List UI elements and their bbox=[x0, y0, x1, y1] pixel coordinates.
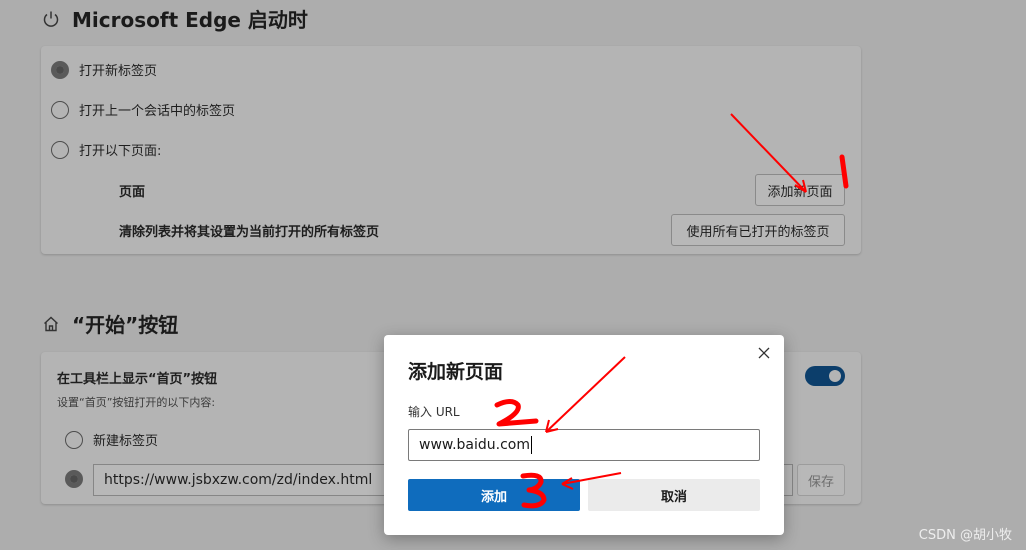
radio-previous-session-label: 打开上一个会话中的标签页 bbox=[79, 104, 236, 119]
radio-new-tab[interactable]: 打开新标签页 bbox=[51, 60, 157, 79]
add-page-dialog: 添加新页面 输入 URL www.baidu.com 添加 取消 bbox=[384, 335, 784, 535]
power-icon bbox=[42, 10, 64, 28]
add-new-page-button[interactable]: 添加新页面 bbox=[755, 174, 845, 206]
radio-previous-session[interactable]: 打开上一个会话中的标签页 bbox=[51, 100, 235, 119]
watermark: CSDN @胡小牧 bbox=[918, 528, 1012, 543]
home-section-title: “开始”按钮 bbox=[42, 309, 178, 338]
radio-home-url[interactable] bbox=[65, 470, 93, 488]
home-icon bbox=[42, 315, 64, 333]
radio-button-selected[interactable] bbox=[51, 60, 69, 79]
startup-section-title: Microsoft Edge 启动时 bbox=[42, 4, 308, 33]
radio-button[interactable] bbox=[65, 430, 83, 449]
home-toggle-label: 在工具栏上显示“首页”按钮 bbox=[57, 372, 218, 387]
url-input-value: www.baidu.com bbox=[419, 437, 530, 453]
cancel-button[interactable]: 取消 bbox=[588, 479, 760, 511]
radio-home-new-tab[interactable]: 新建标签页 bbox=[65, 430, 158, 449]
radio-button-selected[interactable] bbox=[65, 470, 83, 488]
radio-new-tab-label: 打开新标签页 bbox=[79, 64, 158, 79]
radio-button[interactable] bbox=[51, 140, 69, 159]
add-button[interactable]: 添加 bbox=[408, 479, 580, 511]
startup-title-text: Microsoft Edge 启动时 bbox=[72, 8, 308, 32]
radio-specific-pages-label: 打开以下页面: bbox=[79, 144, 162, 159]
radio-home-new-tab-label: 新建标签页 bbox=[93, 434, 159, 449]
home-description: 设置“首页”按钮打开的以下内容: bbox=[57, 396, 216, 409]
home-title-text: “开始”按钮 bbox=[72, 313, 179, 337]
pages-label: 页面 bbox=[119, 185, 146, 200]
url-input[interactable]: www.baidu.com bbox=[408, 429, 760, 461]
clear-list-label: 清除列表并将其设置为当前打开的所有标签页 bbox=[119, 225, 380, 240]
text-cursor bbox=[530, 436, 532, 454]
url-input-label: 输入 URL bbox=[408, 405, 460, 419]
radio-specific-pages[interactable]: 打开以下页面: bbox=[51, 140, 161, 159]
save-button[interactable]: 保存 bbox=[797, 464, 845, 496]
dialog-title: 添加新页面 bbox=[408, 361, 504, 383]
radio-button[interactable] bbox=[51, 100, 69, 119]
use-open-tabs-button[interactable]: 使用所有已打开的标签页 bbox=[671, 214, 845, 246]
home-button-toggle[interactable] bbox=[805, 366, 845, 386]
close-icon[interactable] bbox=[756, 345, 772, 361]
